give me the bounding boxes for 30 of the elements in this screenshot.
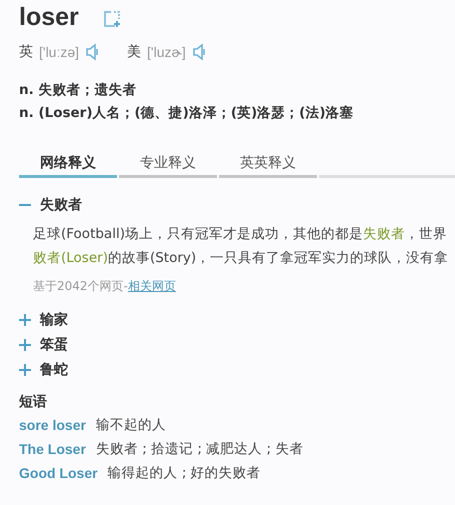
speaker-icon[interactable] xyxy=(85,43,100,61)
headword: loser xyxy=(19,2,79,32)
related-pages-link[interactable]: 相关网页 xyxy=(128,279,176,293)
phrase-link[interactable]: The Loser xyxy=(19,441,86,457)
section-heading: 短语 xyxy=(19,393,48,412)
sense-title: 失败者 xyxy=(40,196,82,214)
tab[interactable]: 网络释义 xyxy=(19,154,117,178)
speaker-icon[interactable] xyxy=(192,43,206,61)
sense-title: 鲁蛇 xyxy=(40,360,68,378)
phrase-meaning: 输不起的人 xyxy=(96,416,166,434)
region-label: 美 xyxy=(127,43,142,61)
phrase-link[interactable]: sore loser xyxy=(19,417,86,433)
phrase-link[interactable]: Good Loser xyxy=(19,465,98,481)
source-text: 基于2042个网页- xyxy=(33,279,128,293)
phrase-meaning: 失败者 ; 拾遗记 ; 减肥达人 ; 失者 xyxy=(96,440,304,458)
region-label: 英 xyxy=(19,43,33,61)
definition-text: n. 失败者；遗失者 xyxy=(19,81,138,100)
sense-title: 笨蛋 xyxy=(40,336,68,354)
expand-icon[interactable] xyxy=(19,314,31,326)
phonetic-text: ['luzɚ] xyxy=(147,44,186,60)
definition-text: n. (Loser)人名；(德、捷)洛泽；(英)洛瑟；(法)洛塞 xyxy=(19,104,355,123)
phonetic-text: ['luːzə] xyxy=(39,44,80,60)
phrase-meaning: 输得起的人 ; 好的失败者 xyxy=(108,464,261,482)
sense-title: 输家 xyxy=(40,310,68,328)
tab[interactable]: 英英释义 xyxy=(219,154,317,178)
add-to-wordbook-icon[interactable] xyxy=(102,10,121,28)
example-text: 足球(Football)场上，只有冠军才是成功，其他的都是失败者，世界 败者(Loser)的故事(Story)，一只具有了拿冠军实力的球队，没有拿 xyxy=(33,225,448,268)
expand-icon[interactable] xyxy=(19,364,31,376)
tab[interactable]: 专业释义 xyxy=(119,154,217,178)
expand-icon[interactable] xyxy=(19,338,31,350)
